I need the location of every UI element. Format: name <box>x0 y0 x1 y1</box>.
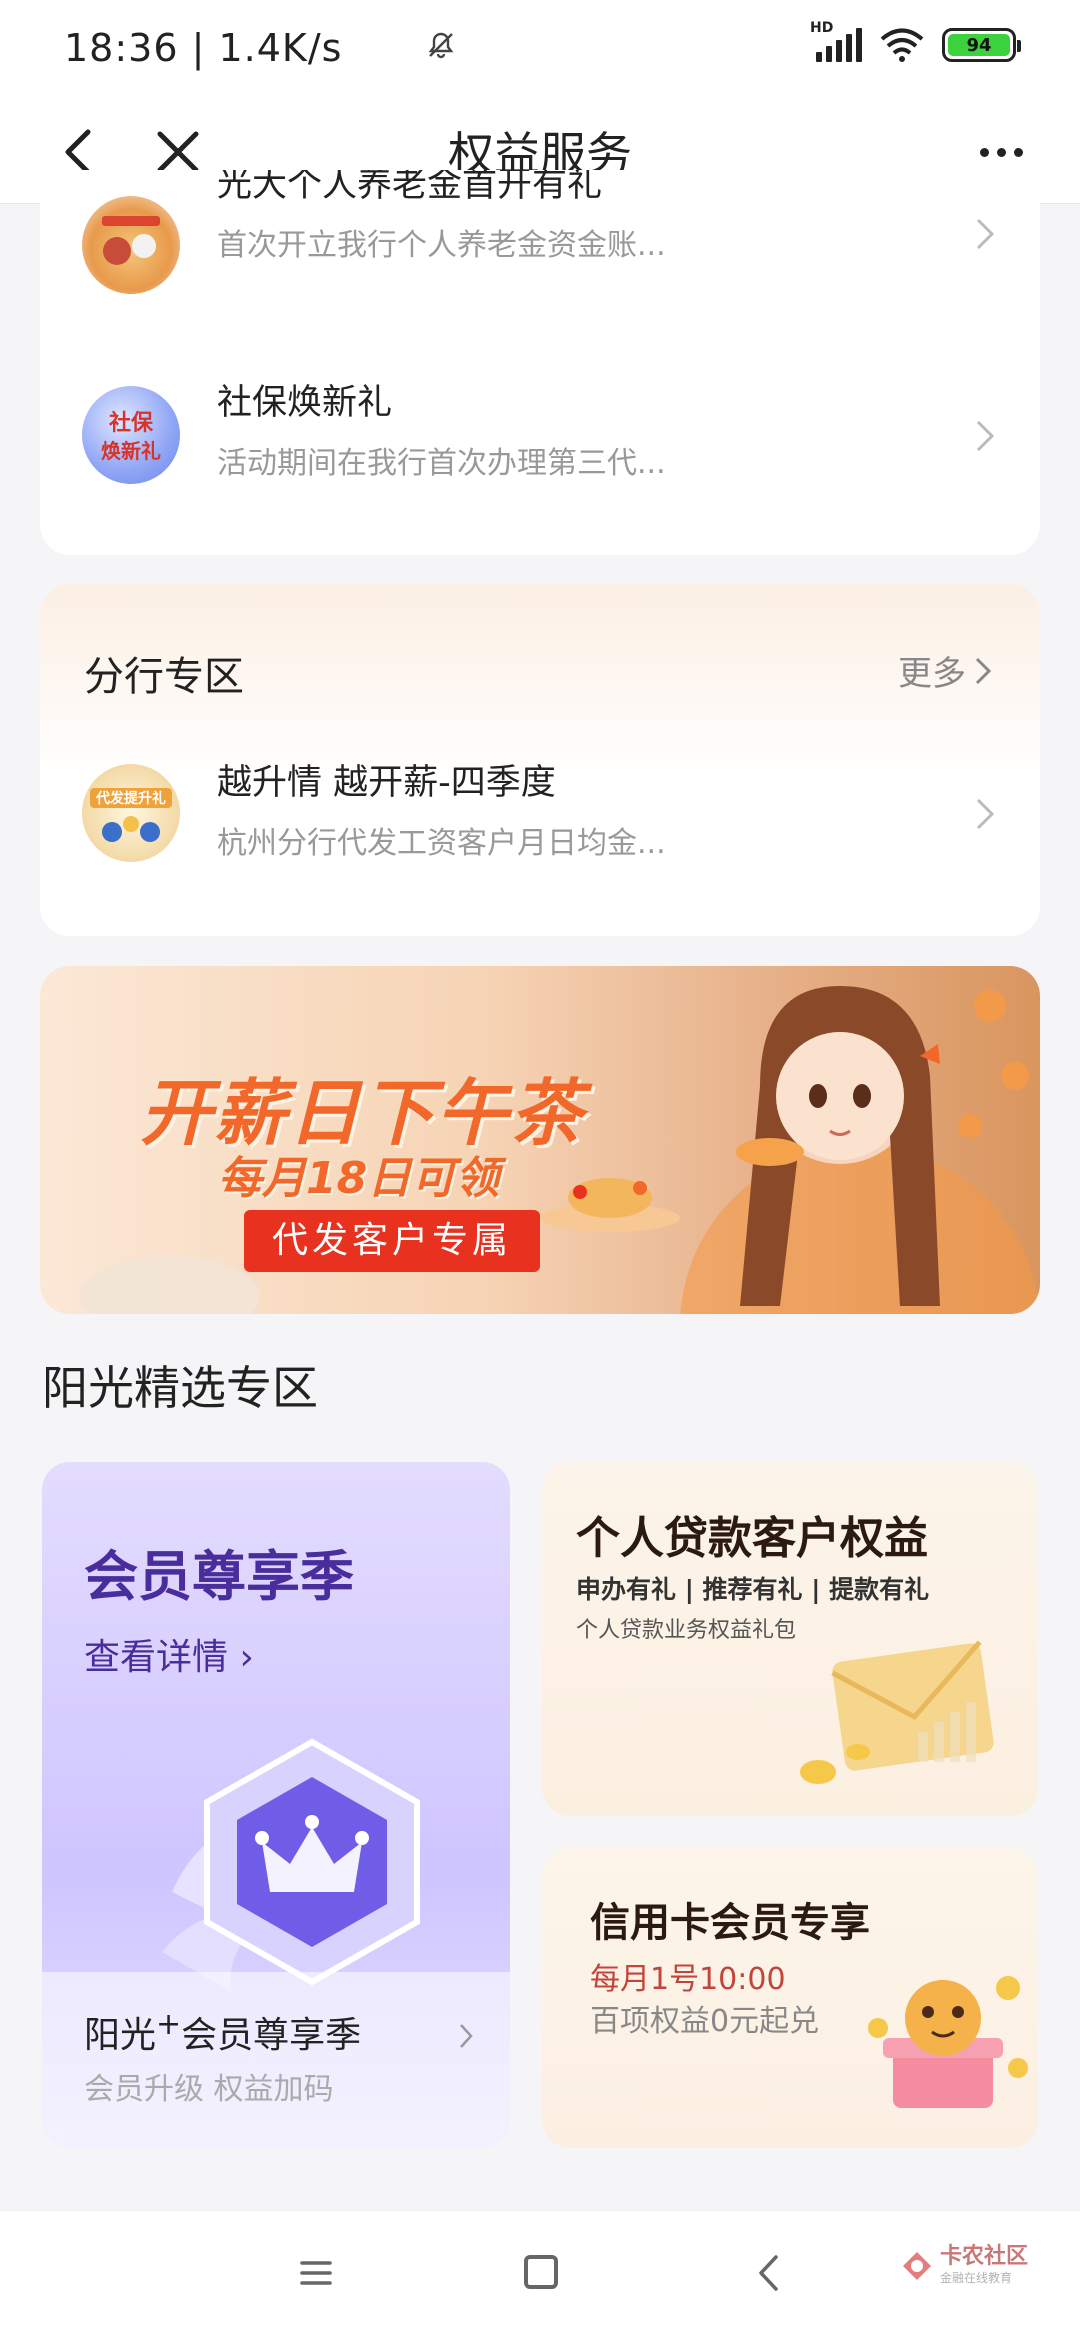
item-subtitle: 首次开立我行个人养老金资金账... <box>217 228 666 263</box>
section-title: 分行专区 <box>84 654 244 700</box>
battery-icon: 94 <box>942 28 1021 62</box>
dot-icon <box>1013 147 1023 157</box>
social-security-thumbnail: 社保 焕新礼 <box>82 386 180 484</box>
chevron-right-icon <box>976 420 995 452</box>
home-icon[interactable] <box>524 2255 558 2289</box>
item-subtitle: 活动期间在我行首次办理第三代... <box>217 446 666 481</box>
member-tile-title: 会员尊享季 <box>84 1545 354 1608</box>
dot-icon <box>979 147 989 157</box>
chevron-right-icon <box>975 657 992 684</box>
watermark-name: 卡农社区 <box>940 2244 1029 2269</box>
status-icons: HD 94 <box>428 20 1021 62</box>
pension-thumbnail <box>82 196 180 294</box>
loan-tile-title: 个人贷款客户权益 <box>576 1513 928 1564</box>
svg-text:焕新礼: 焕新礼 <box>101 439 161 463</box>
zone-title: 阳光精选专区 <box>42 1361 318 1415</box>
loan-tile-tags: 申办有礼 | 推荐有礼 | 提款有礼 <box>576 1575 930 1604</box>
item-subtitle: 杭州分行代发工资客户月日均金... <box>217 826 666 861</box>
signal-hd-label: HD <box>810 20 834 36</box>
benefits-card: 光大个人养老金首开有礼 首次开立我行个人养老金资金账... 社保 焕新礼 社保焕… <box>40 170 1040 555</box>
member-footer-subtitle: 会员升级 权益加码 <box>84 2072 334 2107</box>
list-item-pension[interactable]: 光大个人养老金首开有礼 首次开立我行个人养老金资金账... <box>40 170 1040 326</box>
battery-level: 94 <box>948 34 1010 56</box>
chevron-right-icon <box>976 218 995 250</box>
salary-illustration-icon: 代发提升礼 <box>90 788 172 842</box>
view-details-link[interactable]: 查看详情 › <box>84 1628 254 1680</box>
system-nav-bar: 卡农社区 金融在线教育 <box>0 2210 1080 2340</box>
watermark-tagline: 金融在线教育 <box>940 2271 1013 2285</box>
member-footer-title: 阳光+会员尊享季 <box>84 2006 361 2058</box>
item-title: 光大个人养老金首开有礼 <box>217 170 603 205</box>
system-back-icon[interactable] <box>756 2253 780 2293</box>
afternoon-tea-banner[interactable]: 开薪日下午茶 每月18日可领 代发客户专属 <box>40 966 1040 1314</box>
menu-icon[interactable] <box>298 2255 334 2291</box>
banner-tag: 代发客户专属 <box>244 1210 541 1272</box>
branch-zone-card: 分行专区 更多 代发提升礼 越升情 越开薪-四季度 杭州分行代发工资客户月日均金… <box>40 584 1040 936</box>
watermark-logo-icon <box>903 2251 931 2280</box>
credit-tile-time: 每月1号10:00 <box>590 1962 786 1997</box>
credit-card-tile[interactable]: 信用卡会员专享 每月1号10:00 百项权益0元起兑 <box>542 1848 1038 2148</box>
bell-off-icon <box>428 32 454 59</box>
branch-salary-thumbnail: 代发提升礼 <box>82 764 180 862</box>
status-time: 18:36 | 1.4K/s <box>64 26 343 70</box>
watermark-text: 卡农社区 金融在线教育 <box>940 2245 1028 2286</box>
item-title: 社保焕新礼 <box>217 383 393 423</box>
svg-text:社保: 社保 <box>109 410 154 436</box>
signal-icon: HD <box>810 20 862 62</box>
personal-loan-tile[interactable]: 个人贷款客户权益 申办有礼 | 推荐有礼 | 提款有礼 个人贷款业务权益礼包 <box>542 1462 1038 1816</box>
svg-text:代发提升礼: 代发提升礼 <box>95 790 166 807</box>
member-tile-footer: 阳光+会员尊享季 会员升级 权益加码 <box>42 1972 510 2148</box>
tiger-gift-icon <box>868 1976 1028 2108</box>
status-bar: 18:36 | 1.4K/s HD 94 <box>0 0 1080 100</box>
credit-tile-description: 百项权益0元起兑 <box>590 2004 820 2039</box>
chevron-right-icon <box>976 798 995 830</box>
watermark: 卡农社区 金融在线教育 <box>900 2245 1028 2286</box>
envelope-chart-icon <box>800 1640 994 1784</box>
more-link[interactable]: 更多 <box>898 646 992 695</box>
social-security-illustration-icon: 社保 焕新礼 <box>101 410 161 463</box>
list-item-branch-salary[interactable]: 代发提升礼 越升情 越开薪-四季度 杭州分行代发工资客户月日均金... <box>40 754 1040 914</box>
footer-title-sup: + <box>156 2007 182 2042</box>
banner-subtitle: 每月18日可领 <box>218 1153 500 1204</box>
item-title: 越升情 越开薪-四季度 <box>217 763 556 803</box>
chevron-right-icon <box>460 2024 473 2048</box>
dot-icon <box>996 147 1006 157</box>
footer-title-part: 会员尊享季 <box>181 2015 362 2056</box>
pension-illustration-icon <box>102 216 160 265</box>
loan-tile-description: 个人贷款业务权益礼包 <box>576 1618 797 1643</box>
footer-title-part: 阳光 <box>84 2015 157 2056</box>
credit-tile-title: 信用卡会员专享 <box>590 1899 870 1946</box>
list-item-social-security[interactable]: 社保 焕新礼 社保焕新礼 活动期间在我行首次办理第三代... <box>40 366 1040 526</box>
wifi-icon <box>880 28 924 62</box>
member-season-tile[interactable]: 会员尊享季 查看详情 › 阳光+会员尊享季 会员升级 权益加码 <box>42 1462 510 2148</box>
more-label: 更多 <box>898 654 966 694</box>
